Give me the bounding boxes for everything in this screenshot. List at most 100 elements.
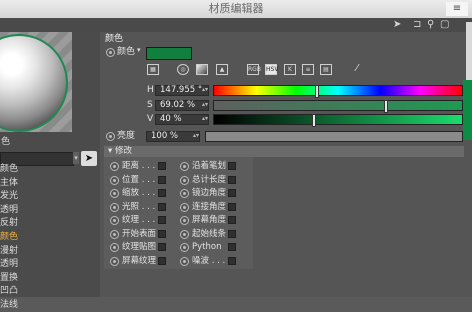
channel-list: 颜色 主体 发光 透明 反射 颜色 漫射 透明 置换 凹凸 法线	[0, 163, 100, 310]
brightness-stepper-icon[interactable]: ▴▾	[193, 132, 199, 139]
modifier-label: Python	[192, 242, 222, 252]
modifier-label: 沿着笔划	[192, 161, 227, 171]
h-stepper-icon[interactable]: ▴▾	[202, 86, 208, 93]
modifier-checkbox[interactable]	[158, 229, 166, 238]
h-label: H	[147, 85, 154, 95]
hsv-icon[interactable]: HSV	[265, 64, 278, 75]
modifier-checkbox[interactable]	[158, 189, 166, 197]
image-icon[interactable]: ▲	[216, 64, 228, 75]
h-input[interactable]: 147.955 °	[155, 85, 209, 96]
window-icon[interactable]: ▢	[440, 19, 449, 31]
cursor-arrow-icon[interactable]: ➤	[393, 19, 401, 31]
modifier-radio[interactable]	[110, 243, 119, 252]
modifier-checkbox[interactable]	[228, 162, 236, 170]
channel-item[interactable]: 发光	[0, 190, 18, 203]
modifier-radio[interactable]	[110, 162, 119, 171]
kelvin-icon[interactable]: K	[284, 64, 296, 75]
modifier-checkbox[interactable]	[158, 243, 166, 251]
s-stepper-icon[interactable]: ▴▾	[202, 101, 208, 108]
modifier-label: 镜边角度	[192, 188, 227, 198]
h-slider-knob[interactable]	[315, 85, 319, 98]
s-label: S	[147, 100, 153, 110]
modifier-radio[interactable]	[110, 175, 119, 185]
modifier-checkbox[interactable]	[228, 175, 236, 184]
channel-label: 色	[1, 137, 11, 147]
channel-item[interactable]: 法线	[0, 299, 18, 312]
material-preview[interactable]	[0, 32, 72, 132]
modifier-checkbox[interactable]	[158, 175, 166, 184]
modifier-label: 纹理贴图	[122, 242, 157, 252]
channel-item[interactable]: 凹凸	[0, 285, 18, 298]
modifier-radio[interactable]	[180, 202, 189, 212]
rgb-icon[interactable]: RGB	[247, 64, 261, 75]
modifier-checkbox[interactable]	[228, 229, 236, 238]
color-dropdown-icon[interactable]: ▾	[137, 45, 141, 56]
h-slider[interactable]	[213, 85, 463, 98]
brightness-slider[interactable]	[205, 131, 463, 142]
modifier-label: 距离 . . .	[122, 161, 156, 171]
modifier-checkbox[interactable]	[228, 189, 236, 197]
modifier-label: 光照 . . .	[122, 201, 156, 212]
modifier-label: 屏幕角度	[192, 215, 227, 225]
modifier-radio[interactable]	[180, 229, 189, 239]
color-radio[interactable]	[106, 48, 115, 57]
modifier-radio[interactable]	[110, 256, 119, 266]
v-label: V	[147, 114, 154, 124]
modifier-radio[interactable]	[180, 175, 189, 185]
modifier-radio[interactable]	[180, 189, 189, 198]
modifier-checkbox[interactable]	[158, 202, 166, 211]
modifier-radio[interactable]	[180, 256, 189, 266]
brightness-label: 亮度	[117, 131, 136, 141]
swatches-icon[interactable]: ▤	[320, 64, 332, 75]
s-slider-knob[interactable]	[384, 100, 388, 113]
brightness-input[interactable]: 100 %	[146, 131, 200, 142]
modifier-checkbox[interactable]	[158, 162, 166, 170]
channel-item[interactable]: 透明	[0, 258, 18, 271]
channel-item[interactable]: 置换	[0, 272, 18, 285]
side-strip	[466, 22, 472, 80]
modifier-radio[interactable]	[180, 162, 189, 171]
modifier-radio[interactable]	[110, 202, 119, 212]
channel-panel: 色 ▾ ➤ 颜色 主体 发光 透明 反射 颜色 漫射 透明 置换 凹凸 法线	[0, 32, 100, 310]
mixer-icon[interactable]: ≡	[302, 64, 314, 75]
modifier-checkbox[interactable]	[228, 243, 236, 251]
brightness-radio[interactable]	[106, 132, 115, 141]
spectrum-icon[interactable]	[196, 64, 208, 75]
channel-item[interactable]: 反射	[0, 217, 18, 230]
modifier-radio[interactable]	[110, 189, 119, 198]
channel-item[interactable]: 漫射	[0, 245, 18, 258]
channel-item[interactable]: 透明	[0, 204, 18, 217]
s-input[interactable]: 69.02 %	[155, 100, 209, 111]
modifier-checkbox[interactable]	[228, 256, 236, 265]
color-swatch[interactable]	[146, 47, 192, 60]
v-input[interactable]: 40 %	[155, 114, 209, 125]
s-slider[interactable]	[213, 100, 463, 113]
modifier-radio[interactable]	[110, 229, 119, 239]
v-slider-knob[interactable]	[312, 114, 316, 127]
modifier-radio[interactable]	[180, 216, 189, 225]
channel-item[interactable]: 主体	[0, 177, 18, 190]
modifier-checkbox[interactable]	[228, 202, 236, 211]
v-slider[interactable]	[213, 114, 463, 127]
modifier-label: 总计长度	[192, 174, 227, 185]
rgb-mode-icon[interactable]: ▦	[147, 64, 159, 75]
v-stepper-icon[interactable]: ▴▾	[202, 115, 208, 122]
preview-sphere	[0, 34, 68, 132]
channel-item[interactable]: 颜色	[0, 163, 18, 176]
window-menu-button[interactable]: ≡	[446, 2, 468, 16]
eyedropper-icon[interactable]: ⁄	[351, 64, 363, 75]
modifier-label: 纹理 . . .	[122, 215, 156, 225]
modifier-radio[interactable]	[110, 216, 119, 225]
modify-options: 距离 . . . 位置 . . . 缩放 . . . 光照 . . . 纹理 . . .…	[104, 157, 253, 269]
modifier-checkbox[interactable]	[228, 216, 236, 224]
channel-item[interactable]: 颜色	[0, 231, 18, 244]
modifier-label: 位置 . . .	[122, 174, 156, 185]
modifier-radio[interactable]	[180, 243, 189, 252]
pin-icon[interactable]: ⚲	[427, 19, 434, 31]
lock-icon[interactable]: ⊐	[413, 19, 421, 31]
window-title: 材质编辑器	[208, 2, 264, 15]
color-wheel-icon[interactable]: ◎	[177, 64, 189, 75]
modifier-checkbox[interactable]	[158, 256, 166, 265]
modifier-checkbox[interactable]	[158, 216, 166, 224]
modify-section-bar[interactable]: ▾ 修改	[104, 146, 464, 157]
